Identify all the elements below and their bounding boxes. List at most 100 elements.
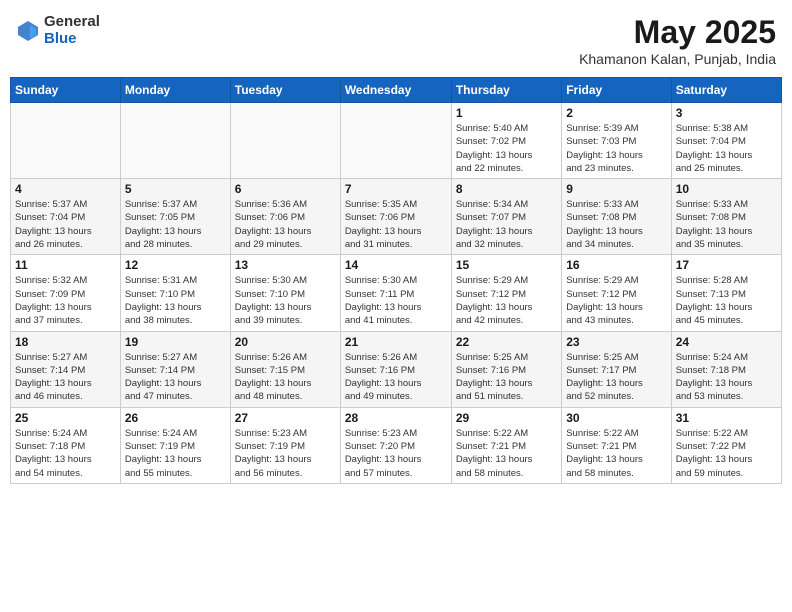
calendar-cell: 5 Sunrise: 5:37 AM Sunset: 7:05 PM Daylig… [120, 179, 230, 255]
day-number: 27 [235, 411, 336, 425]
day-info: Sunrise: 5:32 AM Sunset: 7:09 PM Dayligh… [15, 274, 116, 327]
day-number: 4 [15, 182, 116, 196]
page-header: General Blue May 2025 Khamanon Kalan, Pu… [10, 10, 782, 71]
calendar-cell: 28 Sunrise: 5:23 AM Sunset: 7:20 PM Dayli… [340, 407, 451, 483]
day-number: 28 [345, 411, 447, 425]
calendar-cell: 21 Sunrise: 5:26 AM Sunset: 7:16 PM Dayli… [340, 331, 451, 407]
location-subtitle: Khamanon Kalan, Punjab, India [579, 51, 776, 67]
day-number: 14 [345, 258, 447, 272]
day-number: 18 [15, 335, 116, 349]
day-number: 3 [676, 106, 777, 120]
calendar-cell: 16 Sunrise: 5:29 AM Sunset: 7:12 PM Dayli… [562, 255, 671, 331]
day-number: 21 [345, 335, 447, 349]
day-number: 22 [456, 335, 557, 349]
day-info: Sunrise: 5:37 AM Sunset: 7:04 PM Dayligh… [15, 198, 116, 251]
day-info: Sunrise: 5:26 AM Sunset: 7:16 PM Dayligh… [345, 351, 447, 404]
calendar-cell: 6 Sunrise: 5:36 AM Sunset: 7:06 PM Daylig… [230, 179, 340, 255]
weekday-header-thursday: Thursday [451, 78, 561, 103]
day-info: Sunrise: 5:26 AM Sunset: 7:15 PM Dayligh… [235, 351, 336, 404]
calendar-cell: 23 Sunrise: 5:25 AM Sunset: 7:17 PM Dayli… [562, 331, 671, 407]
day-info: Sunrise: 5:29 AM Sunset: 7:12 PM Dayligh… [456, 274, 557, 327]
day-number: 11 [15, 258, 116, 272]
day-info: Sunrise: 5:23 AM Sunset: 7:20 PM Dayligh… [345, 427, 447, 480]
day-number: 1 [456, 106, 557, 120]
logo-text: General Blue [44, 14, 100, 47]
calendar-cell: 30 Sunrise: 5:22 AM Sunset: 7:21 PM Dayli… [562, 407, 671, 483]
calendar-cell: 24 Sunrise: 5:24 AM Sunset: 7:18 PM Dayli… [671, 331, 781, 407]
calendar-cell: 19 Sunrise: 5:27 AM Sunset: 7:14 PM Dayli… [120, 331, 230, 407]
day-info: Sunrise: 5:37 AM Sunset: 7:05 PM Dayligh… [125, 198, 226, 251]
day-info: Sunrise: 5:39 AM Sunset: 7:03 PM Dayligh… [566, 122, 666, 175]
day-info: Sunrise: 5:33 AM Sunset: 7:08 PM Dayligh… [566, 198, 666, 251]
day-info: Sunrise: 5:24 AM Sunset: 7:18 PM Dayligh… [676, 351, 777, 404]
day-info: Sunrise: 5:31 AM Sunset: 7:10 PM Dayligh… [125, 274, 226, 327]
month-title: May 2025 [579, 14, 776, 51]
day-number: 19 [125, 335, 226, 349]
calendar-cell: 15 Sunrise: 5:29 AM Sunset: 7:12 PM Dayli… [451, 255, 561, 331]
day-info: Sunrise: 5:30 AM Sunset: 7:11 PM Dayligh… [345, 274, 447, 327]
day-number: 10 [676, 182, 777, 196]
day-number: 5 [125, 182, 226, 196]
calendar-cell: 10 Sunrise: 5:33 AM Sunset: 7:08 PM Dayli… [671, 179, 781, 255]
day-info: Sunrise: 5:35 AM Sunset: 7:06 PM Dayligh… [345, 198, 447, 251]
weekday-header-sunday: Sunday [11, 78, 121, 103]
day-info: Sunrise: 5:24 AM Sunset: 7:19 PM Dayligh… [125, 427, 226, 480]
calendar-cell: 18 Sunrise: 5:27 AM Sunset: 7:14 PM Dayli… [11, 331, 121, 407]
day-number: 17 [676, 258, 777, 272]
weekday-header-friday: Friday [562, 78, 671, 103]
day-info: Sunrise: 5:28 AM Sunset: 7:13 PM Dayligh… [676, 274, 777, 327]
calendar-cell: 8Sunrise: 5:34 AM Sunset: 7:07 PM Daylig… [451, 179, 561, 255]
day-number: 25 [15, 411, 116, 425]
calendar-cell: 20 Sunrise: 5:26 AM Sunset: 7:15 PM Dayli… [230, 331, 340, 407]
weekday-header-row: SundayMondayTuesdayWednesdayThursdayFrid… [11, 78, 782, 103]
day-number: 13 [235, 258, 336, 272]
day-number: 16 [566, 258, 666, 272]
day-info: Sunrise: 5:36 AM Sunset: 7:06 PM Dayligh… [235, 198, 336, 251]
day-number: 12 [125, 258, 226, 272]
calendar-cell: 9 Sunrise: 5:33 AM Sunset: 7:08 PM Daylig… [562, 179, 671, 255]
day-number: 30 [566, 411, 666, 425]
week-row-2: 4 Sunrise: 5:37 AM Sunset: 7:04 PM Daylig… [11, 179, 782, 255]
day-info: Sunrise: 5:40 AM Sunset: 7:02 PM Dayligh… [456, 122, 557, 175]
calendar-cell: 29 Sunrise: 5:22 AM Sunset: 7:21 PM Dayli… [451, 407, 561, 483]
week-row-3: 11 Sunrise: 5:32 AM Sunset: 7:09 PM Dayli… [11, 255, 782, 331]
calendar-cell: 27Sunrise: 5:23 AM Sunset: 7:19 PM Dayli… [230, 407, 340, 483]
day-number: 29 [456, 411, 557, 425]
logo-general: General [44, 14, 100, 31]
day-info: Sunrise: 5:22 AM Sunset: 7:21 PM Dayligh… [456, 427, 557, 480]
calendar-cell: 4 Sunrise: 5:37 AM Sunset: 7:04 PM Daylig… [11, 179, 121, 255]
day-info: Sunrise: 5:33 AM Sunset: 7:08 PM Dayligh… [676, 198, 777, 251]
calendar-cell: 13 Sunrise: 5:30 AM Sunset: 7:10 PM Dayli… [230, 255, 340, 331]
week-row-1: 1 Sunrise: 5:40 AM Sunset: 7:02 PM Daylig… [11, 103, 782, 179]
calendar-cell [230, 103, 340, 179]
calendar-cell: 7Sunrise: 5:35 AM Sunset: 7:06 PM Daylig… [340, 179, 451, 255]
calendar-cell: 1 Sunrise: 5:40 AM Sunset: 7:02 PM Daylig… [451, 103, 561, 179]
calendar-cell: 2 Sunrise: 5:39 AM Sunset: 7:03 PM Daylig… [562, 103, 671, 179]
weekday-header-saturday: Saturday [671, 78, 781, 103]
day-number: 23 [566, 335, 666, 349]
day-number: 9 [566, 182, 666, 196]
day-info: Sunrise: 5:27 AM Sunset: 7:14 PM Dayligh… [125, 351, 226, 404]
weekday-header-monday: Monday [120, 78, 230, 103]
day-number: 20 [235, 335, 336, 349]
title-block: May 2025 Khamanon Kalan, Punjab, India [579, 14, 776, 67]
day-number: 2 [566, 106, 666, 120]
day-info: Sunrise: 5:27 AM Sunset: 7:14 PM Dayligh… [15, 351, 116, 404]
day-info: Sunrise: 5:25 AM Sunset: 7:17 PM Dayligh… [566, 351, 666, 404]
week-row-5: 25 Sunrise: 5:24 AM Sunset: 7:18 PM Dayli… [11, 407, 782, 483]
day-info: Sunrise: 5:38 AM Sunset: 7:04 PM Dayligh… [676, 122, 777, 175]
day-info: Sunrise: 5:29 AM Sunset: 7:12 PM Dayligh… [566, 274, 666, 327]
logo-icon [16, 19, 40, 43]
day-number: 24 [676, 335, 777, 349]
calendar-cell [340, 103, 451, 179]
day-number: 15 [456, 258, 557, 272]
calendar-cell: 26Sunrise: 5:24 AM Sunset: 7:19 PM Dayli… [120, 407, 230, 483]
day-info: Sunrise: 5:30 AM Sunset: 7:10 PM Dayligh… [235, 274, 336, 327]
day-info: Sunrise: 5:25 AM Sunset: 7:16 PM Dayligh… [456, 351, 557, 404]
calendar-cell: 22 Sunrise: 5:25 AM Sunset: 7:16 PM Dayli… [451, 331, 561, 407]
day-info: Sunrise: 5:22 AM Sunset: 7:21 PM Dayligh… [566, 427, 666, 480]
day-number: 6 [235, 182, 336, 196]
calendar-cell [120, 103, 230, 179]
day-info: Sunrise: 5:24 AM Sunset: 7:18 PM Dayligh… [15, 427, 116, 480]
calendar-cell: 14 Sunrise: 5:30 AM Sunset: 7:11 PM Dayli… [340, 255, 451, 331]
